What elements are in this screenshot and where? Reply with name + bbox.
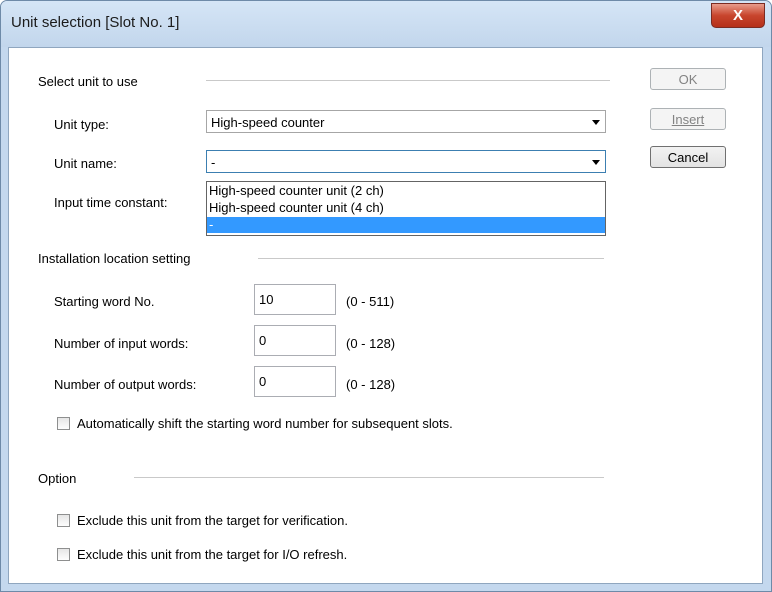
unit-name-select[interactable]: -	[206, 150, 606, 173]
select-unit-section-title: Select unit to use	[38, 74, 138, 89]
option-section-title: Option	[38, 471, 77, 486]
unit-type-label: Unit type:	[54, 117, 109, 132]
unit-name-dropdown-list: High-speed counter unit (2 ch) High-spee…	[206, 181, 606, 236]
title-bar[interactable]: Unit selection [Slot No. 1] X	[1, 1, 771, 47]
dropdown-option-2ch[interactable]: High-speed counter unit (2 ch)	[207, 183, 605, 199]
starting-word-label: Starting word No.	[54, 294, 155, 309]
starting-word-range: (0 - 511)	[346, 294, 395, 309]
insert-button[interactable]: Insert	[650, 108, 726, 130]
auto-shift-label[interactable]: Automatically shift the starting word nu…	[77, 416, 453, 431]
cancel-button-label: Cancel	[667, 149, 709, 165]
input-words-input[interactable]: 0	[254, 325, 336, 356]
unit-type-value: High-speed counter	[211, 115, 325, 130]
exclude-verification-checkbox[interactable]	[57, 514, 70, 527]
input-words-value: 0	[259, 333, 267, 348]
section-divider	[206, 80, 610, 81]
ok-button-label: OK	[678, 71, 698, 87]
output-words-input[interactable]: 0	[254, 366, 336, 397]
close-icon: X	[732, 7, 743, 24]
exclude-verification-label[interactable]: Exclude this unit from the target for ve…	[77, 513, 348, 528]
input-words-label: Number of input words:	[54, 336, 189, 351]
window-title: Unit selection [Slot No. 1]	[11, 14, 180, 31]
input-words-range: (0 - 128)	[346, 336, 396, 351]
ok-button[interactable]: OK	[650, 68, 726, 90]
exclude-refresh-checkbox[interactable]	[57, 548, 70, 561]
unit-name-value: -	[211, 155, 216, 170]
dropdown-option-4ch[interactable]: High-speed counter unit (4 ch)	[207, 200, 605, 216]
starting-word-input[interactable]: 10	[254, 284, 336, 315]
starting-word-value: 10	[259, 292, 274, 307]
unit-name-label: Unit name:	[54, 156, 117, 171]
chevron-down-icon	[592, 160, 600, 165]
cancel-button[interactable]: Cancel	[650, 146, 726, 168]
chevron-down-icon	[592, 120, 600, 125]
section-divider	[134, 477, 604, 478]
exclude-refresh-label[interactable]: Exclude this unit from the target for I/…	[77, 547, 347, 562]
dropdown-option-none[interactable]: -	[207, 217, 605, 233]
output-words-value: 0	[259, 374, 267, 389]
unit-type-select[interactable]: High-speed counter	[206, 110, 606, 133]
output-words-range: (0 - 128)	[346, 377, 396, 392]
insert-button-label: Insert	[671, 111, 705, 127]
installation-section-title: Installation location setting	[38, 251, 191, 266]
auto-shift-checkbox[interactable]	[57, 417, 70, 430]
input-time-constant-label: Input time constant:	[54, 195, 168, 210]
close-button[interactable]: X	[711, 3, 765, 28]
output-words-label: Number of output words:	[54, 377, 197, 392]
section-divider	[258, 258, 604, 259]
